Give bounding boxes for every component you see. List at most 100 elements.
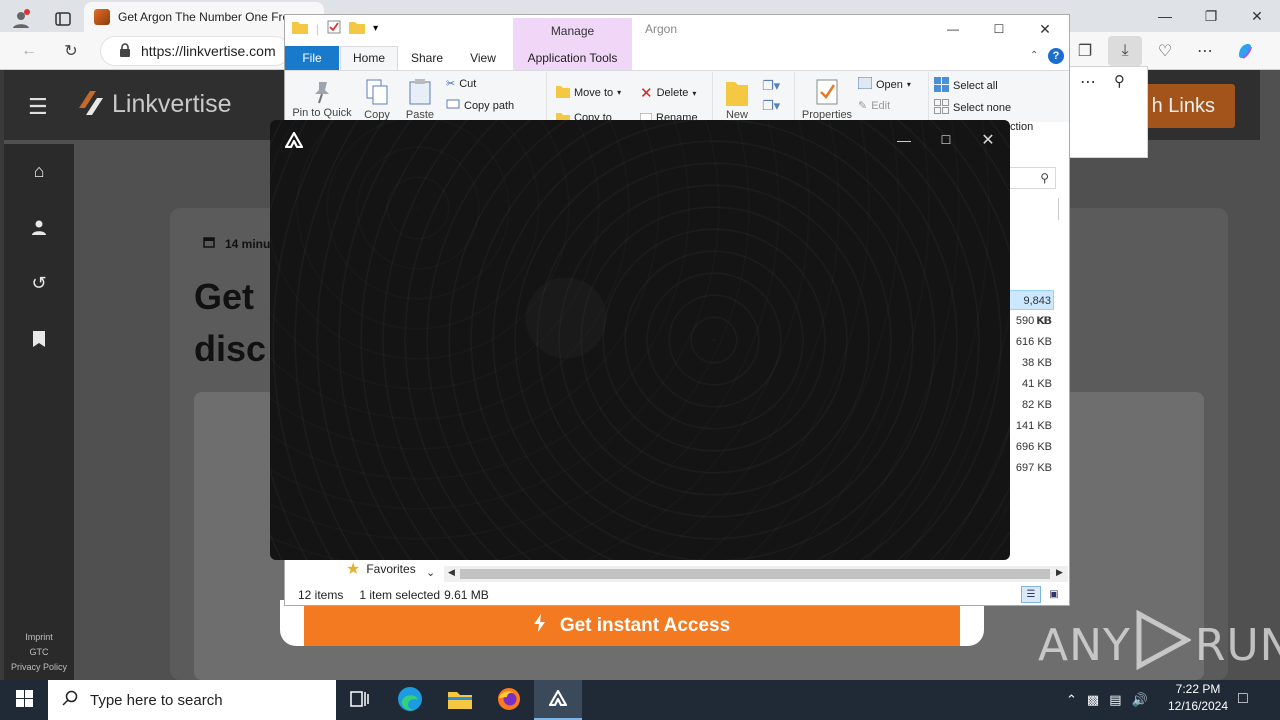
address-bar[interactable]: https://linkvertise.com xyxy=(100,36,290,66)
taskbar-argon-button[interactable] xyxy=(534,680,582,720)
tab-view[interactable]: View xyxy=(458,48,508,68)
downloads-icon[interactable]: ⤓ xyxy=(1108,36,1142,66)
edit-label: Edit xyxy=(871,99,891,112)
browser-window-controls: — ❐ ✕ xyxy=(1142,0,1280,32)
file-size[interactable]: 590 KB xyxy=(1008,311,1054,331)
tab-actions-icon[interactable] xyxy=(50,4,76,34)
clipboard-icon xyxy=(408,79,432,109)
start-button[interactable] xyxy=(0,680,48,720)
file-size-selected[interactable]: 9,843 KB xyxy=(1008,290,1054,327)
taskbar-clock[interactable]: 7:22 PM 12/16/2024 xyxy=(1160,681,1236,715)
edit-button[interactable]: ✎ Edit xyxy=(858,99,891,113)
move-to-button[interactable]: Move to ▾ xyxy=(556,84,621,101)
paste-button[interactable]: Paste xyxy=(402,78,438,121)
network-icon[interactable]: ▤ xyxy=(1109,692,1121,708)
footer-gtc-link[interactable]: GTC xyxy=(4,647,74,657)
ribbon-collapse-icon[interactable]: ⌃ xyxy=(1030,50,1038,61)
footer-imprint-link[interactable]: Imprint xyxy=(4,632,74,642)
pin-to-quick-button[interactable]: Pin to Quick xyxy=(290,80,354,119)
new-item-icons[interactable]: ❐▾ ❐▾ xyxy=(762,76,780,116)
quick-access-toolbar: | ▾ xyxy=(292,20,378,37)
details-view-icon[interactable]: ☰ xyxy=(1021,586,1041,603)
file-size[interactable]: 616 KB xyxy=(1008,332,1054,352)
file-size[interactable]: 41 KB xyxy=(1008,374,1054,394)
tray-device-icon[interactable]: ▩ xyxy=(1087,692,1099,708)
browser-tab-title: Get Argon The Number One Fre xyxy=(118,10,290,24)
browser-essentials-icon[interactable]: ♡ xyxy=(1148,36,1182,66)
notifications-icon[interactable]: □ xyxy=(1238,690,1248,708)
browser-restore-icon[interactable]: ❐ xyxy=(1188,0,1234,32)
tab-application-tools[interactable]: Application Tools xyxy=(513,48,632,68)
file-size[interactable]: 38 KB xyxy=(1008,353,1054,373)
select-all-button[interactable]: Select all xyxy=(934,77,998,95)
downloads-more-icon[interactable]: ⋯ xyxy=(1080,72,1096,92)
list-scrollbar[interactable] xyxy=(1058,198,1059,220)
get-instant-access-button[interactable]: Get instant Access xyxy=(304,606,960,646)
select-none-icon xyxy=(934,99,949,117)
bookmark-icon[interactable] xyxy=(26,326,52,352)
taskbar-firefox-button[interactable] xyxy=(485,680,533,720)
file-size[interactable]: 696 KB xyxy=(1008,437,1054,457)
pin-icon[interactable]: ⚲ xyxy=(1114,72,1125,90)
browser-close-icon[interactable]: ✕ xyxy=(1234,0,1280,32)
select-none-button[interactable]: Select none xyxy=(934,99,1011,117)
hamburger-menu-icon[interactable]: ☰ xyxy=(28,94,48,120)
file-size[interactable]: 697 KB xyxy=(1008,458,1054,478)
scroll-right-icon[interactable]: ▶ xyxy=(1056,567,1063,578)
copy-path-button[interactable]: Copy path xyxy=(446,99,514,112)
argon-minimize-icon[interactable]: — xyxy=(884,128,924,152)
properties-check-icon[interactable] xyxy=(327,20,341,37)
tray-chevron-icon[interactable]: ⌃ xyxy=(1066,692,1077,708)
back-arrow-icon[interactable]: ← xyxy=(12,36,46,66)
taskbar-file-explorer-button[interactable] xyxy=(436,680,484,720)
cut-button[interactable]: ✂ Cut xyxy=(446,77,476,91)
search-icon xyxy=(62,690,78,710)
nav-scroll-down-icon[interactable]: ⌄ xyxy=(426,566,435,579)
file-size[interactable]: 82 KB xyxy=(1008,395,1054,415)
system-tray: ⌃ ▩ ▤ 🔊 xyxy=(1066,680,1148,720)
history-icon[interactable]: ↺ xyxy=(26,270,52,296)
explorer-close-icon[interactable]: ✕ xyxy=(1022,15,1068,43)
taskbar-edge-button[interactable] xyxy=(386,680,434,720)
file-size[interactable]: 141 KB xyxy=(1008,416,1054,436)
read-time: 14 minu xyxy=(203,236,270,251)
help-icon[interactable]: ? xyxy=(1048,48,1064,64)
explorer-search-box[interactable]: ⚲ xyxy=(1004,167,1056,189)
star-icon: ★ xyxy=(346,561,361,578)
large-icons-view-icon[interactable]: ▣ xyxy=(1045,586,1063,603)
home-icon[interactable]: ⌂ xyxy=(26,158,52,184)
task-view-button[interactable] xyxy=(336,680,384,720)
properties-button[interactable]: Properties xyxy=(800,78,854,121)
tab-file[interactable]: File xyxy=(285,46,339,70)
horizontal-scroll-thumb[interactable] xyxy=(460,569,1050,579)
delete-button[interactable]: ✕ Delete ▾ xyxy=(640,84,696,102)
qat-dropdown-icon[interactable]: ▾ xyxy=(373,23,378,34)
invert-selection-button[interactable]: ction xyxy=(1010,121,1033,133)
argon-close-icon[interactable]: ✕ xyxy=(968,128,1008,152)
copy-path-icon xyxy=(446,99,460,112)
copy-button[interactable]: Copy xyxy=(360,78,394,121)
tab-share[interactable]: Share xyxy=(404,48,450,68)
volume-icon[interactable]: 🔊 xyxy=(1132,692,1148,708)
tab-home[interactable]: Home xyxy=(340,48,398,68)
new-folder-icon[interactable] xyxy=(349,20,366,37)
delete-x-icon: ✕ xyxy=(640,85,653,102)
explorer-maximize-icon[interactable]: ☐ xyxy=(976,15,1022,43)
browser-minimize-icon[interactable]: — xyxy=(1142,0,1188,32)
collections-icon[interactable]: ❐ xyxy=(1068,36,1102,66)
copilot-icon[interactable] xyxy=(1228,36,1262,66)
scroll-left-icon[interactable]: ◀ xyxy=(448,567,455,578)
linkvertise-logo[interactable]: Linkvertise xyxy=(76,88,232,121)
explorer-minimize-icon[interactable]: — xyxy=(930,15,976,43)
edit-icon: ✎ xyxy=(858,100,868,112)
new-folder-button[interactable]: New xyxy=(720,78,754,121)
open-button[interactable]: Open ▾ xyxy=(857,76,911,92)
refresh-icon[interactable]: ↻ xyxy=(54,36,88,66)
user-icon[interactable] xyxy=(26,214,52,240)
more-menu-icon[interactable]: ⋯ xyxy=(1188,36,1222,66)
footer-privacy-link[interactable]: Privacy Policy xyxy=(4,662,74,672)
profile-icon[interactable] xyxy=(8,4,34,34)
argon-maximize-icon[interactable]: ☐ xyxy=(926,128,966,152)
pin-to-quick-label: Pin to Quick xyxy=(292,107,352,119)
taskbar-search-box[interactable]: Type here to search xyxy=(48,680,336,720)
